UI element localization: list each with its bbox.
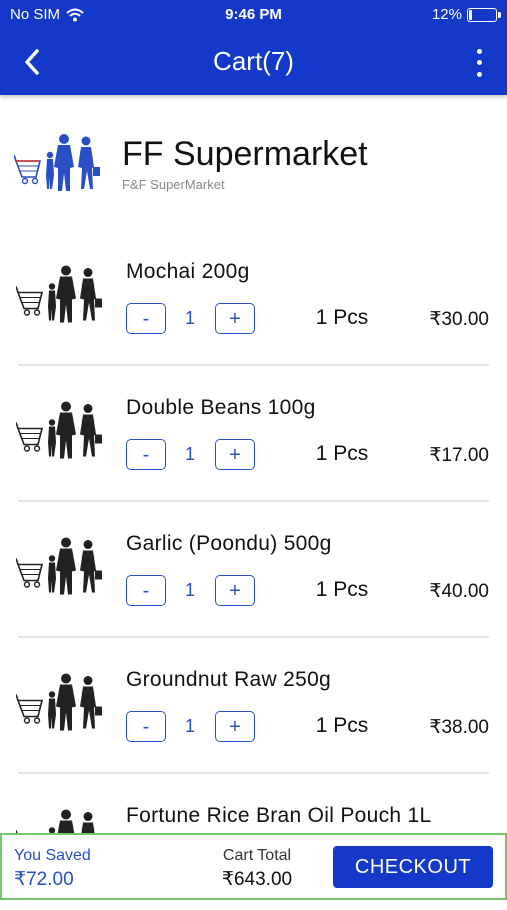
- item-unit: 1 Pcs: [315, 714, 369, 737]
- status-bar: No SIM 9:46 PM 12%: [0, 0, 507, 30]
- decrease-qty-button[interactable]: -: [126, 439, 166, 470]
- item-unit: 1 Pcs: [315, 306, 369, 329]
- more-options-button[interactable]: [469, 46, 489, 80]
- item-name: Mochai 200g: [126, 260, 250, 283]
- store-logo: [14, 131, 109, 191]
- item-quantity: 1: [184, 308, 195, 328]
- item-name: Double Beans 100g: [126, 396, 316, 419]
- saved-amount: ₹72.00: [14, 869, 74, 890]
- nav-bar: Cart(7): [0, 30, 507, 95]
- item-price: ₹38.00: [429, 717, 489, 738]
- item-price: ₹17.00: [429, 445, 489, 466]
- decrease-qty-button[interactable]: -: [126, 711, 166, 742]
- store-name: FF Supermarket: [122, 135, 368, 173]
- checkout-button[interactable]: CHECKOUT: [333, 846, 493, 888]
- product-image: [16, 668, 111, 733]
- item-name: Fortune Rice Bran Oil Pouch 1L: [126, 804, 432, 827]
- item-name: Groundnut Raw 250g: [126, 668, 332, 691]
- cart-footer: You Saved ₹72.00 Cart Total ₹643.00 CHEC…: [0, 833, 507, 900]
- store-subtitle: F&F SuperMarket: [122, 177, 225, 192]
- item-quantity: 1: [184, 580, 195, 600]
- increase-qty-button[interactable]: +: [215, 303, 255, 334]
- item-name: Garlic (Poondu) 500g: [126, 532, 332, 555]
- cart-item: Mochai 200g - 1 + 1 Pcs ₹30.00: [0, 230, 507, 366]
- item-price: ₹30.00: [429, 309, 489, 330]
- battery-level: [469, 9, 472, 20]
- item-unit: 1 Pcs: [315, 442, 369, 465]
- battery-icon: [467, 7, 501, 22]
- decrease-qty-button[interactable]: -: [126, 303, 166, 334]
- page-title: Cart(7): [213, 46, 294, 76]
- more-dot: [476, 71, 482, 77]
- product-image: [16, 532, 111, 597]
- item-unit: 1 Pcs: [315, 578, 369, 601]
- cart-item: Groundnut Raw 250g - 1 + 1 Pcs ₹38.00: [0, 638, 507, 774]
- increase-qty-button[interactable]: +: [215, 439, 255, 470]
- product-image: [16, 260, 111, 325]
- cart-total-label: Cart Total: [222, 847, 292, 864]
- saved-label: You Saved: [14, 847, 91, 864]
- increase-qty-button[interactable]: +: [215, 711, 255, 742]
- item-quantity: 1: [184, 716, 195, 736]
- battery-percent: 12%: [431, 6, 462, 23]
- store-header: FF Supermarket F&F SuperMarket: [0, 125, 507, 205]
- cart-item: Garlic (Poondu) 500g - 1 + 1 Pcs ₹40.00: [0, 502, 507, 638]
- item-quantity: 1: [184, 444, 195, 464]
- cart-total-amount: ₹643.00: [221, 869, 293, 890]
- product-image: [16, 396, 111, 461]
- more-dot: [476, 60, 482, 66]
- more-vertical-icon: [476, 49, 482, 55]
- cart-item: Double Beans 100g - 1 + 1 Pcs ₹17.00: [0, 366, 507, 502]
- increase-qty-button[interactable]: +: [215, 575, 255, 606]
- item-price: ₹40.00: [429, 581, 489, 602]
- decrease-qty-button[interactable]: -: [126, 575, 166, 606]
- status-right: 12%: [431, 6, 501, 23]
- status-time: 9:46 PM: [225, 6, 282, 23]
